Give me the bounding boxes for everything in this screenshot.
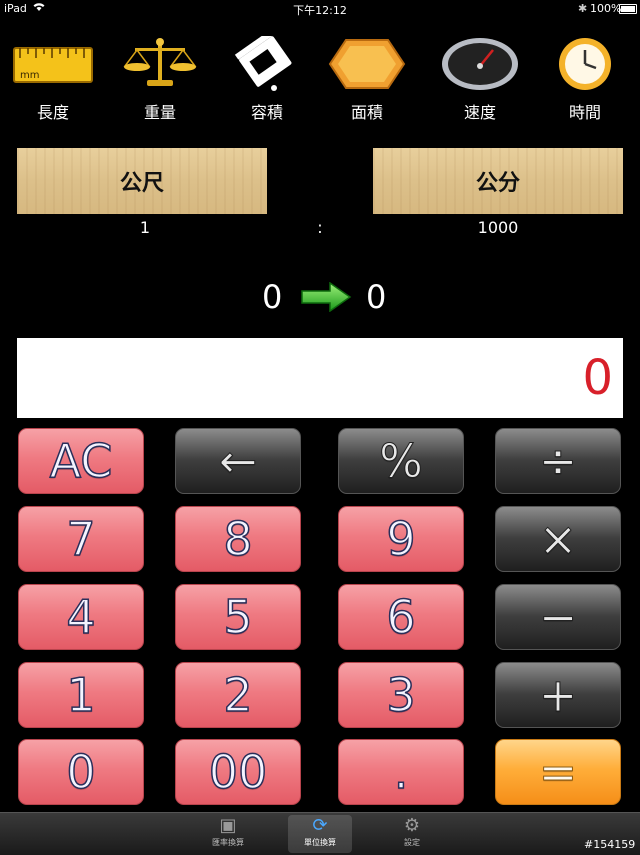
plus-button[interactable]: + (495, 662, 621, 728)
percent-button[interactable]: % (338, 428, 464, 494)
battery-percent: 100% (590, 2, 622, 15)
category-weight[interactable]: 重量 (115, 36, 205, 122)
digit-7-button[interactable]: 7 (18, 506, 144, 572)
key-label: 9 (386, 511, 417, 567)
to-unit-button[interactable]: 公分 (373, 148, 623, 214)
key-label: ÷ (538, 434, 578, 489)
speedometer-icon (435, 36, 525, 92)
ruler-unit-text: mm (20, 70, 39, 81)
category-label: 長度 (36, 103, 69, 122)
decimal-button[interactable]: . (338, 739, 464, 805)
key-label: . (393, 744, 409, 800)
tab-exchange-rate[interactable]: ▣ 匯率換算 (196, 815, 260, 853)
key-label: 7 (66, 511, 97, 567)
digit-2-button[interactable]: 2 (175, 662, 301, 728)
arrow-right-icon (300, 281, 352, 316)
conversion-input: 0 (262, 278, 283, 316)
key-label: − (538, 590, 578, 645)
tab-label: 單位換算 (304, 838, 336, 847)
key-label: 5 (223, 589, 254, 645)
multiply-button[interactable]: × (495, 506, 621, 572)
key-label: 4 (66, 589, 97, 645)
equals-button[interactable]: = (495, 739, 621, 805)
category-volume[interactable]: 容積 (222, 30, 312, 122)
status-bar: iPad 下午12:12 ✱ 100% (0, 0, 640, 18)
key-label: ← (218, 434, 258, 489)
hexagon-tile-icon (322, 36, 412, 92)
category-speed[interactable]: 速度 (435, 36, 525, 122)
tab-label: 匯率換算 (212, 838, 244, 847)
category-label: 重量 (143, 103, 176, 122)
scale-icon (115, 36, 205, 92)
bluetooth-icon: ✱ (578, 2, 588, 15)
watermark: #154159 (584, 838, 636, 851)
ruler-icon: mm (8, 36, 98, 92)
conversion-output: 0 (366, 278, 387, 316)
category-label: 容積 (250, 103, 283, 122)
digit-4-button[interactable]: 4 (18, 584, 144, 650)
minus-button[interactable]: − (495, 584, 621, 650)
key-label: + (538, 668, 578, 723)
key-label: × (538, 512, 578, 567)
exchange-icon: ▣ (219, 815, 237, 836)
tab-unit-conversion[interactable]: ⟳ 單位換算 (288, 815, 352, 853)
backspace-button[interactable]: ← (175, 428, 301, 494)
to-ratio: 1000 (477, 218, 519, 237)
clock-icon (540, 36, 630, 92)
carton-icon (222, 30, 312, 92)
key-label: 3 (386, 667, 417, 723)
digit-5-button[interactable]: 5 (175, 584, 301, 650)
divide-button[interactable]: ÷ (495, 428, 621, 494)
digit-3-button[interactable]: 3 (338, 662, 464, 728)
key-label: 00 (208, 744, 268, 800)
digit-6-button[interactable]: 6 (338, 584, 464, 650)
ratio-separator: : (317, 218, 323, 237)
category-label: 時間 (568, 103, 601, 122)
category-label: 面積 (350, 103, 383, 122)
category-time[interactable]: 時間 (540, 36, 630, 122)
digit-0-button[interactable]: 0 (18, 739, 144, 805)
key-label: 2 (223, 667, 254, 723)
key-label: 1 (66, 667, 97, 723)
from-ratio: 1 (139, 218, 151, 237)
key-label: = (538, 745, 578, 800)
gear-icon: ⚙ (403, 815, 421, 836)
tab-label: 設定 (404, 838, 420, 847)
category-length[interactable]: mm 長度 (8, 36, 98, 122)
calculator-display: 0 (17, 338, 623, 418)
category-label: 速度 (463, 103, 496, 122)
digit-8-button[interactable]: 8 (175, 506, 301, 572)
refresh-icon: ⟳ (312, 815, 328, 836)
key-label: 0 (66, 744, 97, 800)
digit-1-button[interactable]: 1 (18, 662, 144, 728)
tab-bar: ▣ 匯率換算 ⟳ 單位換算 ⚙ 設定 (0, 812, 640, 855)
key-label: % (379, 434, 424, 489)
battery-icon (619, 4, 637, 14)
ac-button[interactable]: AC (18, 428, 144, 494)
key-label: 8 (223, 511, 254, 567)
category-area[interactable]: 面積 (322, 36, 412, 122)
digit-9-button[interactable]: 9 (338, 506, 464, 572)
double-zero-button[interactable]: 00 (175, 739, 301, 805)
from-unit-button[interactable]: 公尺 (17, 148, 267, 214)
key-label: AC (49, 433, 113, 489)
status-time: 下午12:12 (293, 4, 347, 17)
key-label: 6 (386, 589, 417, 645)
tab-settings[interactable]: ⚙ 設定 (380, 815, 444, 853)
